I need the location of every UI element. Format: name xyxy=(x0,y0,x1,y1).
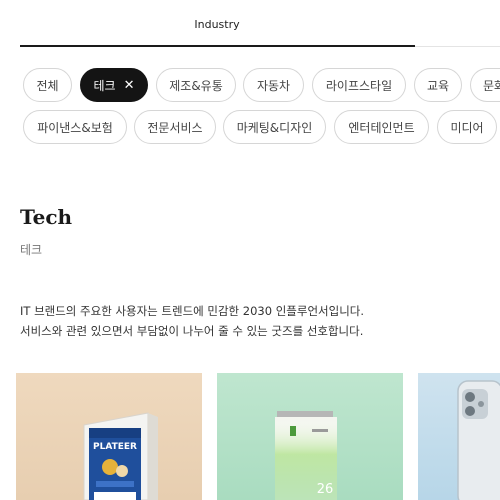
section-description: IT 브랜드의 주요한 사용자는 트렌드에 민감한 2030 인플루언서입니다.… xyxy=(20,301,364,341)
filter-chip-tech[interactable]: 테크 ✕ xyxy=(80,68,148,102)
filter-chip-marketing[interactable]: 마케팅&디자인 xyxy=(223,110,326,144)
filter-chip-professional-services[interactable]: 전문서비스 xyxy=(134,110,216,144)
filter-chip-label: 전문서비스 xyxy=(147,120,203,135)
product-card-1[interactable]: PLATEER xyxy=(16,373,202,500)
product-image-phone xyxy=(457,380,500,500)
tab-active-indicator xyxy=(20,45,415,47)
close-icon[interactable]: ✕ xyxy=(124,79,135,92)
product-image-calendar: 26 xyxy=(275,411,337,500)
filter-chip-label: 파이낸스&보험 xyxy=(37,120,113,135)
filter-chip-label: 엔터테인먼트 xyxy=(348,120,415,135)
filter-chip-label: 자동차 xyxy=(256,78,291,93)
filter-chip-all[interactable]: 전체 xyxy=(23,68,72,102)
filter-chip-manufacturing[interactable]: 제조&유통 xyxy=(156,68,236,102)
product-print-text: 26 xyxy=(317,482,334,497)
filter-chip-finance[interactable]: 파이낸스&보험 xyxy=(23,110,127,144)
filter-chip-media[interactable]: 미디어 xyxy=(437,110,497,144)
filter-chip-label: 라이프스타일 xyxy=(325,78,393,93)
filter-chip-automotive[interactable]: 자동차 xyxy=(243,68,304,102)
tab-bar: Industry xyxy=(0,0,500,48)
filter-chip-label: 문화 xyxy=(483,78,500,93)
section-title: Tech xyxy=(20,205,73,229)
description-line-2: 서비스와 관련 있으면서 부담없이 나누어 줄 수 있는 굿즈를 선호합니다. xyxy=(20,324,364,338)
product-card-2[interactable]: 26 xyxy=(217,373,403,500)
product-image-display-stand: PLATEER xyxy=(83,412,158,500)
filter-row-1: 전체 테크 ✕ 제조&유통 자동차 라이프스타일 교육 문화 xyxy=(0,68,500,102)
filter-chip-label: 마케팅&디자인 xyxy=(236,120,313,135)
filter-chip-entertainment[interactable]: 엔터테인먼트 xyxy=(334,110,429,144)
section-subtitle: 테크 xyxy=(20,243,43,257)
filter-chip-education[interactable]: 교육 xyxy=(414,68,462,102)
product-card-3[interactable] xyxy=(418,373,500,500)
filter-row-2: 파이낸스&보험 전문서비스 마케팅&디자인 엔터테인먼트 미디어 xyxy=(0,110,500,144)
filter-chip-lifestyle[interactable]: 라이프스타일 xyxy=(312,68,406,102)
description-line-1: IT 브랜드의 주요한 사용자는 트렌드에 민감한 2030 인플루언서입니다. xyxy=(20,304,365,318)
filter-chip-label: 테크 xyxy=(93,78,116,93)
filter-chip-label: 교육 xyxy=(426,78,450,93)
filter-chip-label: 미디어 xyxy=(450,120,484,135)
tab-industry[interactable]: Industry xyxy=(158,18,276,31)
filter-chip-culture[interactable]: 문화 xyxy=(470,68,500,102)
filter-chip-label: 전체 xyxy=(36,78,59,93)
product-print-text: PLATEER xyxy=(93,442,137,452)
filter-chip-label: 제조&유통 xyxy=(169,78,223,93)
